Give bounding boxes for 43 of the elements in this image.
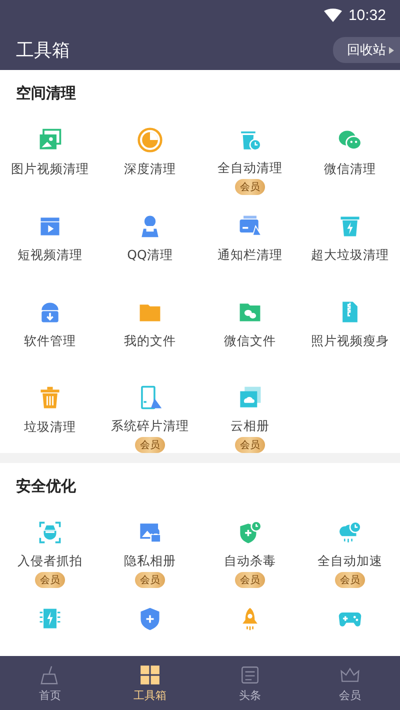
tool-label[interactable]: 微信清理 [324, 161, 376, 178]
section-title: 空间清理 [15, 84, 77, 103]
nav-tab[interactable]: 会员 [300, 656, 400, 710]
member-badge: 会员 [135, 437, 165, 453]
pie-chart-icon [137, 127, 163, 153]
nav-tab[interactable]: 首页 [0, 656, 100, 710]
section-title: 安全优化 [15, 477, 77, 496]
tool-label[interactable]: 垃圾清理 [24, 419, 76, 436]
tool-label[interactable]: 自动杀毒 [224, 553, 276, 570]
tool-label[interactable]: 微信文件 [224, 333, 276, 350]
tool-label[interactable]: 超大垃圾清理 [311, 247, 389, 264]
member-badge: 会员 [335, 572, 365, 588]
member-badge: 会员 [235, 179, 265, 195]
tool-label[interactable]: 我的文件 [124, 333, 176, 350]
nav-tab[interactable]: 工具箱 [100, 656, 200, 710]
tool-label[interactable]: 图片视频清理 [11, 161, 89, 178]
tool-label[interactable]: 通知栏清理 [218, 247, 282, 264]
cloud-photo-icon [237, 385, 263, 410]
tool-label[interactable]: 照片视频瘦身 [311, 333, 389, 350]
tool-label[interactable]: 短视频清理 [18, 247, 82, 264]
member-badge: 会员 [235, 572, 265, 588]
tool-label[interactable]: 深度清理 [124, 161, 176, 178]
tool-label[interactable]: 系统碎片清理 [111, 418, 189, 435]
tool-label[interactable]: 全自动加速 [318, 553, 382, 570]
wifi-icon [324, 8, 342, 22]
tool-label[interactable]: 云相册 [230, 418, 270, 435]
news-icon [239, 664, 261, 686]
grid-icon [139, 664, 161, 686]
triangle-icon [389, 46, 394, 54]
member-badge: 会员 [135, 572, 165, 588]
tool-label[interactable]: 入侵者抓拍 [18, 553, 82, 570]
tool-label[interactable]: QQ清理 [127, 247, 173, 264]
tool-label[interactable]: 软件管理 [24, 333, 76, 350]
member-badge: 会员 [235, 437, 265, 453]
recycle-bin-button[interactable]: 回收站 [333, 37, 400, 63]
member-badge: 会员 [35, 572, 65, 588]
tool-label[interactable]: 隐私相册 [124, 553, 176, 570]
status-time: 10:32 [348, 6, 386, 24]
shield-clock-icon [237, 520, 263, 545]
masked-face-icon [37, 520, 63, 545]
page-title: 工具箱 [16, 39, 70, 62]
nav-tab[interactable]: 头条 [200, 656, 300, 710]
tool-label[interactable]: 全自动清理 [218, 160, 282, 177]
